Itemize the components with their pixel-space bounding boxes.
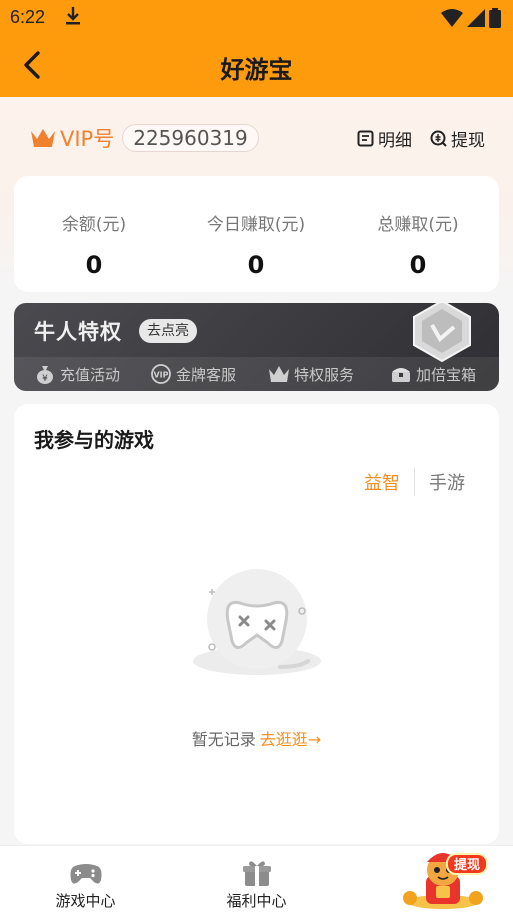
page-title: 好游宝 <box>220 56 293 84</box>
privilege-item-treasure[interactable]: 加倍宝箱 <box>390 363 476 385</box>
svg-text:VIP: VIP <box>153 371 168 380</box>
vip-row: VIP号 225960319 <box>30 123 259 153</box>
empty-state: 暂无记录 去逛逛→ <box>14 726 499 750</box>
stat-value: 0 <box>409 251 427 279</box>
list-icon <box>357 130 374 147</box>
privilege-item-label: 加倍宝箱 <box>416 365 477 384</box>
tab-label: 福利中心 <box>226 892 287 910</box>
detail-label: 明细 <box>378 131 412 151</box>
game-tabs: 益智 手游 <box>350 468 479 496</box>
stat-label: 总赚取(元) <box>377 215 459 235</box>
signal-icon <box>467 9 485 27</box>
vip-icon: VIP <box>151 364 171 384</box>
stat-today-earned: 今日赚取(元) 0 <box>176 176 336 279</box>
privilege-badge-icon <box>413 303 471 363</box>
status-bar: 6:22 <box>0 0 513 36</box>
empty-text: 暂无记录 <box>191 730 256 749</box>
tab-game-center[interactable]: 游戏中心 <box>0 846 171 913</box>
empty-gamepad-illustration <box>193 569 321 675</box>
status-time: 6:22 <box>10 7 46 27</box>
stat-total-earned: 总赚取(元) 0 <box>338 176 498 279</box>
wifi-icon <box>441 9 463 27</box>
gift-icon <box>242 861 271 886</box>
my-games-card: 我参与的游戏 益智 手游 暂无记录 去逛逛→ <box>14 404 499 844</box>
privilege-title: 牛人特权 <box>34 320 122 344</box>
privilege-item-service[interactable]: VIP 金牌客服 <box>150 363 236 385</box>
stat-label: 今日赚取(元) <box>206 215 306 235</box>
svg-text:¥: ¥ <box>42 374 48 384</box>
tab-label: 游戏中心 <box>55 892 116 910</box>
privilege-card[interactable]: 牛人特权 去点亮 ¥ 充值活动 VIP 金牌客服 特权服务 加倍宝箱 <box>14 303 499 391</box>
stat-value: 0 <box>85 251 103 279</box>
my-games-title: 我参与的游戏 <box>34 428 154 452</box>
detail-link[interactable]: 明细 <box>357 126 412 151</box>
privilege-item-recharge[interactable]: ¥ 充值活动 <box>34 363 120 385</box>
crown-icon <box>269 366 289 382</box>
money-bag-icon: ¥ <box>37 366 53 384</box>
crown-icon <box>31 129 55 147</box>
stats-card: 余额(元) 0 今日赚取(元) 0 总赚取(元) 0 <box>14 176 499 292</box>
battery-icon <box>489 8 501 28</box>
gamepad-icon <box>70 864 101 884</box>
withdraw-label: 提现 <box>451 131 485 151</box>
top-links: 明细 提现 <box>357 126 485 151</box>
tab-welfare-center[interactable]: 福利中心 <box>171 846 342 913</box>
privilege-item-label: 充值活动 <box>60 365 121 384</box>
stat-value: 0 <box>247 251 265 279</box>
light-up-button[interactable]: 去点亮 <box>139 319 197 343</box>
nav-bar: 好游宝 <box>0 36 513 96</box>
browse-link[interactable]: 去逛逛→ <box>260 730 321 749</box>
treasure-chest-icon <box>392 368 410 382</box>
withdraw-promo-badge[interactable]: 提现 <box>446 853 489 875</box>
vip-label: VIP号 <box>60 127 115 151</box>
privilege-items: ¥ 充值活动 VIP 金牌客服 特权服务 加倍宝箱 <box>14 363 499 387</box>
withdraw-icon <box>430 130 447 147</box>
stat-balance: 余额(元) 0 <box>14 176 174 279</box>
privilege-item-privilege[interactable]: 特权服务 <box>268 363 354 385</box>
download-icon <box>66 7 80 25</box>
stat-label: 余额(元) <box>61 215 127 235</box>
privilege-item-label: 金牌客服 <box>176 365 237 384</box>
status-icons <box>441 8 501 28</box>
tab-puzzle[interactable]: 益智 <box>350 469 414 495</box>
tab-mobile-games[interactable]: 手游 <box>415 469 479 495</box>
withdraw-link[interactable]: 提现 <box>430 126 485 151</box>
vip-number: 225960319 <box>122 124 259 152</box>
privilege-item-label: 特权服务 <box>294 365 355 384</box>
